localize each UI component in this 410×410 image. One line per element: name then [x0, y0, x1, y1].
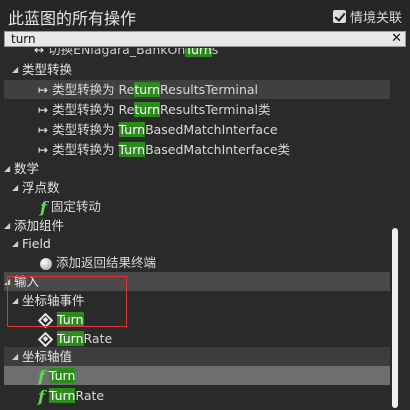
list-item[interactable]: Turn: [4, 310, 390, 329]
category-axis-events[interactable]: ◢ 坐标轴事件: [4, 291, 390, 310]
event-icon: [37, 331, 54, 348]
panel-title: 此蓝图的所有操作: [8, 9, 137, 28]
action-list: ↔ 切换ENiagara_BankOnTurns ◢ 类型转换 ↦ 类型转换为 Ret…: [4, 48, 390, 410]
cast-icon: ↦: [38, 123, 49, 137]
checkbox-checked-icon[interactable]: [332, 9, 346, 23]
event-icon: [37, 312, 54, 329]
list-item[interactable]: f TurnRate: [4, 386, 390, 406]
category-add-component[interactable]: ◢ 添加组件: [4, 216, 390, 235]
category-type-conversion[interactable]: ◢ 类型转换: [4, 60, 390, 79]
component-icon: [40, 257, 52, 270]
cast-icon: ↦: [38, 83, 49, 97]
list-item[interactable]: 添加返回结果终端: [4, 253, 390, 272]
collapse-arrow-icon[interactable]: ◢: [12, 234, 22, 253]
search-box[interactable]: ✕: [4, 31, 406, 47]
list-item[interactable]: f 固定转动: [4, 197, 390, 217]
list-item[interactable]: ↔ 切换ENiagara_BankOnTurns: [34, 48, 390, 59]
clear-search-icon[interactable]: ✕: [391, 31, 402, 47]
function-icon: f: [38, 387, 45, 406]
list-item[interactable]: ↦ 类型转换为 ReturnResultsTerminal类: [4, 100, 390, 119]
collapse-arrow-icon[interactable]: ◢: [12, 347, 22, 366]
collapse-arrow-icon[interactable]: ◢: [4, 272, 14, 291]
list-item-selected[interactable]: f Turn: [4, 366, 390, 386]
list-item[interactable]: ↦ 类型转换为 TurnBasedMatchInterface类: [4, 140, 390, 159]
category-field[interactable]: ◢ Field: [4, 234, 390, 253]
collapse-arrow-icon[interactable]: ◢: [12, 178, 22, 197]
category-input[interactable]: ◢ 输入: [4, 272, 390, 291]
collapse-arrow-icon[interactable]: ◢: [12, 60, 22, 79]
category-math[interactable]: ◢ 数学: [4, 159, 390, 178]
vertical-scrollbar[interactable]: [392, 228, 398, 408]
context-sensitive-toggle[interactable]: 情境关联: [332, 7, 402, 26]
list-item[interactable]: ↦ 类型转换为 TurnBasedMatchInterface: [4, 120, 390, 139]
header: 此蓝图的所有操作 情境关联: [0, 0, 410, 30]
collapse-arrow-icon[interactable]: ◢: [12, 291, 22, 310]
search-input[interactable]: [11, 32, 381, 46]
collapse-arrow-icon[interactable]: ◢: [4, 159, 14, 178]
category-float[interactable]: ◢ 浮点数: [4, 178, 390, 197]
list-item[interactable]: ↦ 类型转换为 ReturnResultsTerminal: [4, 80, 390, 99]
category-axis-values[interactable]: ◢ 坐标轴值: [4, 347, 390, 366]
function-icon: f: [40, 198, 47, 217]
toggle-node-icon: ↔: [34, 48, 45, 57]
cast-icon: ↦: [38, 103, 49, 117]
cast-icon: ↦: [38, 143, 49, 157]
collapse-arrow-icon[interactable]: ◢: [4, 216, 14, 235]
function-icon: f: [38, 367, 45, 386]
context-sensitive-label: 情境关联: [349, 10, 402, 26]
list-item[interactable]: TurnRate: [4, 329, 390, 348]
